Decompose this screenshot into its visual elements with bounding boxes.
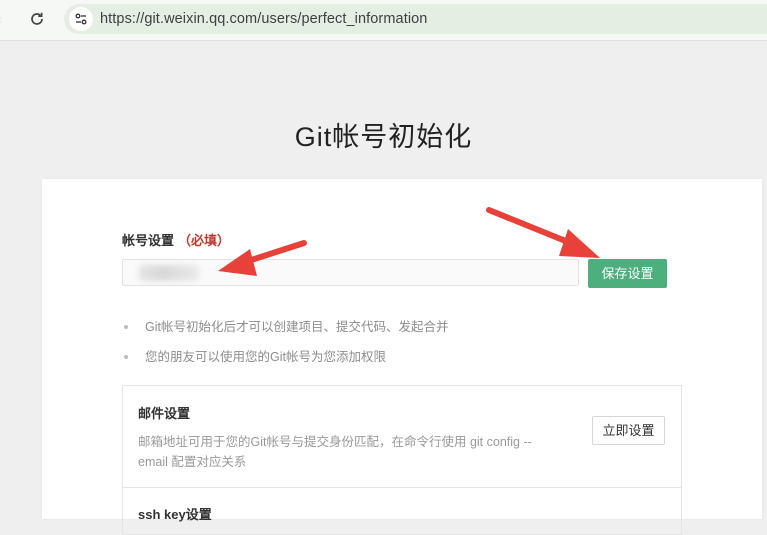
- settings-card: 帐号设置 （必填） 保存设置 Git帐号初始化后才可以创建项目、提交代码、发起合并…: [42, 179, 762, 535]
- setup-now-button[interactable]: 立即设置: [592, 416, 665, 445]
- account-label-text: 帐号设置: [122, 233, 175, 248]
- list-item: 您的朋友可以使用您的Git帐号为您添加权限: [122, 347, 448, 377]
- reload-icon[interactable]: [26, 8, 48, 30]
- settings-sections: 邮件设置 邮箱地址可用于您的Git帐号与提交身份匹配，在命令行使用 git co…: [122, 385, 682, 535]
- required-marker: （必填）: [178, 233, 231, 248]
- tip-text: 您的朋友可以使用您的Git帐号为您添加权限: [145, 350, 386, 364]
- bullet-icon: [124, 355, 128, 359]
- address-bar[interactable]: https://git.weixin.qq.com/users/perfect_…: [64, 4, 767, 34]
- mail-settings-title: 邮件设置: [138, 406, 191, 421]
- mail-settings-section: 邮件设置 邮箱地址可用于您的Git帐号与提交身份匹配，在命令行使用 git co…: [123, 386, 681, 488]
- page-title: Git帐号初始化: [294, 122, 473, 152]
- chevron-left-icon[interactable]: ‹: [0, 12, 1, 26]
- list-item: Git帐号初始化后才可以创建项目、提交代码、发起合并: [122, 317, 448, 347]
- tip-text: Git帐号初始化后才可以创建项目、提交代码、发起合并: [145, 320, 449, 334]
- bullet-icon: [124, 325, 128, 329]
- redacted-account-name: [139, 265, 199, 281]
- tips-list: Git帐号初始化后才可以创建项目、提交代码、发起合并 您的朋友可以使用您的Git…: [122, 317, 448, 377]
- account-settings-label: 帐号设置 （必填）: [122, 230, 230, 249]
- account-name-input[interactable]: [122, 259, 579, 286]
- site-info-icon[interactable]: [69, 7, 93, 31]
- save-settings-button[interactable]: 保存设置: [588, 259, 667, 288]
- url-text[interactable]: https://git.weixin.qq.com/users/perfect_…: [100, 11, 427, 27]
- browser-toolbar: ‹ https://git.weixin.qq.com/users/perfec…: [0, 0, 767, 41]
- mail-settings-description: 邮箱地址可用于您的Git帐号与提交身份匹配，在命令行使用 git config …: [138, 435, 532, 469]
